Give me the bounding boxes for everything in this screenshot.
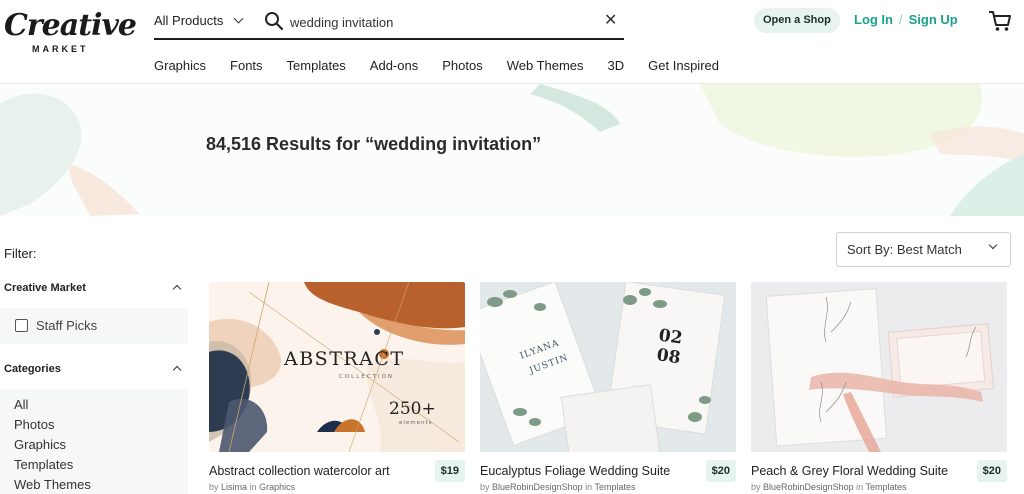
clear-search-icon[interactable]: ✕	[604, 10, 617, 30]
results-banner: 84,516 Results for “wedding invitation”	[0, 84, 1024, 216]
filter-group-categories: Categories All Photos Graphics Templates…	[0, 363, 188, 494]
nav-item-web-themes[interactable]: Web Themes	[507, 58, 584, 73]
cart-icon[interactable]	[988, 10, 1012, 32]
sort-dropdown-label: Sort By: Best Match	[847, 242, 962, 257]
meta-in: in	[856, 482, 864, 492]
category-item-graphics[interactable]: Graphics	[14, 435, 188, 455]
eucalyptus-suite-preview: ILYANA JUSTIN 02 08	[480, 282, 736, 452]
auth-links: Log In / Sign Up	[854, 12, 958, 27]
preview-title-text: ABSTRACT	[283, 348, 405, 370]
nav-item-add-ons[interactable]: Add-ons	[370, 58, 418, 73]
category-item-all[interactable]: All	[14, 395, 188, 415]
creative-market-logo[interactable]: Creative MARKET	[4, 8, 137, 58]
nav-item-graphics[interactable]: Graphics	[154, 58, 206, 73]
nav-item-3d[interactable]: 3D	[608, 58, 625, 73]
login-link[interactable]: Log In	[854, 12, 893, 27]
product-thumbnail[interactable]	[751, 282, 1007, 452]
peach-grey-suite-preview	[751, 282, 1007, 452]
product-card[interactable]: Peach & Grey Floral Wedding Suite $20 by…	[751, 282, 1007, 494]
meta-by: by	[751, 482, 761, 492]
staff-picks-label: Staff Picks	[36, 318, 98, 333]
category-link[interactable]: Graphics	[259, 482, 295, 492]
category-link[interactable]: Templates	[594, 482, 635, 492]
filter-group-title: Creative Market	[4, 282, 86, 294]
product-title[interactable]: Eucalyptus Foliage Wedding Suite	[480, 464, 670, 478]
price-badge: $20	[976, 460, 1007, 482]
category-dropdown[interactable]: All Products	[154, 13, 244, 28]
auth-separator: /	[899, 12, 903, 27]
staff-picks-checkbox[interactable]	[15, 319, 28, 332]
product-meta: by BlueRobinDesignShop in Templates	[751, 482, 907, 492]
chevron-up-icon	[172, 365, 182, 375]
filter-group-header[interactable]: Categories	[0, 363, 188, 379]
nav-item-get-inspired[interactable]: Get Inspired	[648, 58, 719, 73]
product-card[interactable]: ILYANA JUSTIN 02 08 Eucalyptus Foliage W…	[480, 282, 736, 494]
shop-link[interactable]: Lisima	[221, 482, 247, 492]
category-nav: Graphics Fonts Templates Add-ons Photos …	[154, 58, 743, 73]
chevron-up-icon	[172, 284, 182, 294]
product-meta: by Lisima in Graphics	[209, 482, 295, 492]
category-link[interactable]: Templates	[865, 482, 906, 492]
search-bar: All Products ✕	[154, 8, 624, 40]
meta-in: in	[585, 482, 593, 492]
results-heading: 84,516 Results for “wedding invitation”	[206, 134, 542, 154]
shop-link[interactable]: BlueRobinDesignShop	[763, 482, 854, 492]
product-meta: by BlueRobinDesignShop in Templates	[480, 482, 636, 492]
price-badge: $20	[705, 460, 736, 482]
meta-by: by	[480, 482, 490, 492]
logo-wordmark: Creative	[4, 8, 137, 43]
chevron-down-icon	[233, 13, 244, 24]
open-shop-button[interactable]: Open a Shop	[754, 8, 840, 33]
filter-group-title: Categories	[4, 363, 61, 375]
nav-item-templates[interactable]: Templates	[287, 58, 346, 73]
category-item-templates[interactable]: Templates	[14, 455, 188, 475]
nav-item-photos[interactable]: Photos	[442, 58, 482, 73]
signup-link[interactable]: Sign Up	[909, 12, 958, 27]
logo-subtitle: MARKET	[32, 44, 89, 54]
site-header: Creative MARKET All Products ✕ Open a Sh…	[0, 0, 1024, 84]
chevron-down-icon	[988, 240, 998, 250]
category-item-photos[interactable]: Photos	[14, 415, 188, 435]
search-icon[interactable]	[264, 11, 284, 31]
category-list: All Photos Graphics Templates Web Themes	[0, 389, 188, 494]
preview-subtitle-text: COLLECTION	[339, 374, 394, 380]
preview-count-text: 250+	[389, 399, 436, 419]
staff-picks-option[interactable]: Staff Picks	[0, 308, 188, 344]
sort-dropdown[interactable]: Sort By: Best Match	[836, 232, 1011, 267]
filter-group-header[interactable]: Creative Market	[0, 282, 188, 298]
product-title[interactable]: Abstract collection watercolor art	[209, 464, 390, 478]
meta-by: by	[209, 482, 219, 492]
search-input[interactable]	[290, 12, 590, 32]
price-badge: $19	[434, 460, 465, 482]
shop-link[interactable]: BlueRobinDesignShop	[492, 482, 583, 492]
preview-month: 08	[655, 345, 681, 368]
abstract-watercolor-preview: ABSTRACT COLLECTION 250+ elements	[209, 282, 465, 452]
product-card[interactable]: ABSTRACT COLLECTION 250+ elements Abstra…	[209, 282, 465, 494]
product-thumbnail[interactable]: ABSTRACT COLLECTION 250+ elements	[209, 282, 465, 452]
product-title[interactable]: Peach & Grey Floral Wedding Suite	[751, 464, 948, 478]
product-thumbnail[interactable]: ILYANA JUSTIN 02 08	[480, 282, 736, 452]
filter-group-creative-market: Creative Market Staff Picks	[0, 282, 188, 344]
meta-in: in	[249, 482, 257, 492]
preview-elements-text: elements	[399, 420, 433, 426]
category-dropdown-label: All Products	[154, 13, 224, 28]
nav-item-fonts[interactable]: Fonts	[230, 58, 263, 73]
category-item-web-themes[interactable]: Web Themes	[14, 475, 188, 494]
filter-label: Filter:	[4, 246, 37, 261]
